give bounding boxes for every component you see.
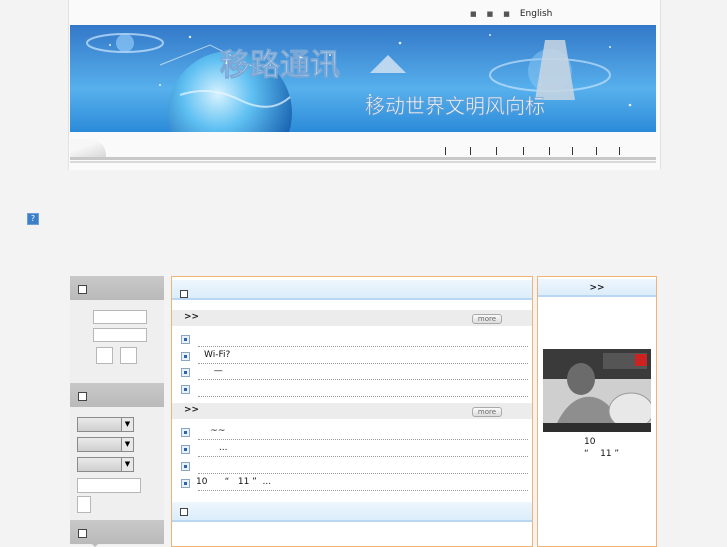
keyword-input[interactable] [77, 478, 141, 493]
photo-artwork [543, 349, 651, 432]
list-item[interactable]: ... [172, 441, 532, 457]
chevron-down-icon: ▼ [121, 458, 133, 471]
banner-artwork: 移路通讯 移动世界文明风向标 [70, 25, 656, 132]
folder-icon [78, 392, 87, 401]
photo-caption-line2[interactable]: “ 11 ” [584, 449, 619, 459]
arrow-bullet-icon [181, 479, 190, 488]
list-item[interactable]: ~~ [172, 424, 532, 440]
arrow-bullet-icon [181, 445, 190, 454]
folder-icon [180, 290, 188, 298]
login-section-header [70, 276, 164, 303]
top-link-3[interactable]: ■ [503, 10, 510, 18]
folder-icon [78, 529, 87, 538]
right-header: >> [538, 279, 656, 297]
nav-separator [470, 147, 471, 155]
price-select[interactable]: ▼ [77, 457, 134, 472]
third-section-header [70, 520, 164, 547]
arrow-bullet-icon [181, 352, 190, 361]
nav-separator [549, 147, 550, 155]
username-field[interactable] [93, 310, 147, 324]
search-button[interactable] [77, 496, 91, 513]
nav-separator [619, 147, 620, 155]
list-item[interactable]: — [172, 364, 532, 380]
search-section-header [70, 383, 164, 410]
login-form [70, 300, 164, 383]
arrow-bullet-icon [181, 368, 190, 377]
arrow-bullet-icon [181, 462, 190, 471]
site-banner: 移路通讯 移动世界文明风向标 [70, 25, 656, 132]
chevron-down-icon: ▼ [121, 438, 133, 451]
banner-title: 移路通讯 [220, 48, 340, 83]
arrow-bullet-icon [181, 335, 190, 344]
category-select[interactable]: ▼ [77, 417, 134, 432]
news-section-1: >> more [172, 310, 532, 326]
main-footer-header [172, 502, 532, 522]
section-heading: >> [184, 312, 200, 322]
photo-caption-line1[interactable]: 10 [584, 437, 595, 447]
more-button[interactable]: more [472, 407, 502, 417]
english-link[interactable]: English [520, 9, 553, 19]
top-link-1[interactable]: ■ [470, 10, 477, 18]
nav-separator [572, 147, 573, 155]
search-form: ▼ ▼ ▼ [70, 407, 164, 520]
left-sidebar: ▼ ▼ ▼ [70, 276, 164, 547]
help-icon[interactable]: ? [27, 213, 39, 225]
password-field[interactable] [93, 328, 147, 342]
main-content: >> more Wi-Fi? — >> more ~~ ... 10 “ 11 … [171, 276, 533, 547]
list-item[interactable]: 10 “ 11 ” ... [172, 475, 532, 491]
top-links: ■ ■ ■ English [470, 8, 552, 20]
folder-icon [78, 285, 87, 294]
list-item[interactable] [172, 331, 532, 347]
main-header [172, 280, 532, 300]
featured-photo[interactable] [543, 349, 651, 432]
chevron-down-icon: ▼ [121, 418, 133, 431]
nav-separator [445, 147, 446, 155]
top-link-2[interactable]: ■ [487, 10, 494, 18]
login-button[interactable] [96, 347, 113, 364]
news-section-2: >> more [172, 403, 532, 419]
list-item[interactable] [172, 458, 532, 474]
nav-separator [523, 147, 524, 155]
list-item[interactable] [172, 381, 532, 397]
nav-separator [496, 147, 497, 155]
banner-slogan: 移动世界文明风向标 [365, 94, 545, 118]
more-button[interactable]: more [472, 314, 502, 324]
nav-tab [70, 139, 106, 157]
arrow-bullet-icon [181, 385, 190, 394]
list-item[interactable]: Wi-Fi? [172, 348, 532, 364]
folder-icon [180, 508, 188, 516]
nav-separator [596, 147, 597, 155]
right-sidebar: >> 10 “ 11 ” [537, 276, 657, 547]
arrow-bullet-icon [181, 428, 190, 437]
section-heading: >> [184, 405, 200, 415]
nav-bar [70, 139, 656, 165]
brand-select[interactable]: ▼ [77, 437, 134, 452]
register-button[interactable] [120, 347, 137, 364]
